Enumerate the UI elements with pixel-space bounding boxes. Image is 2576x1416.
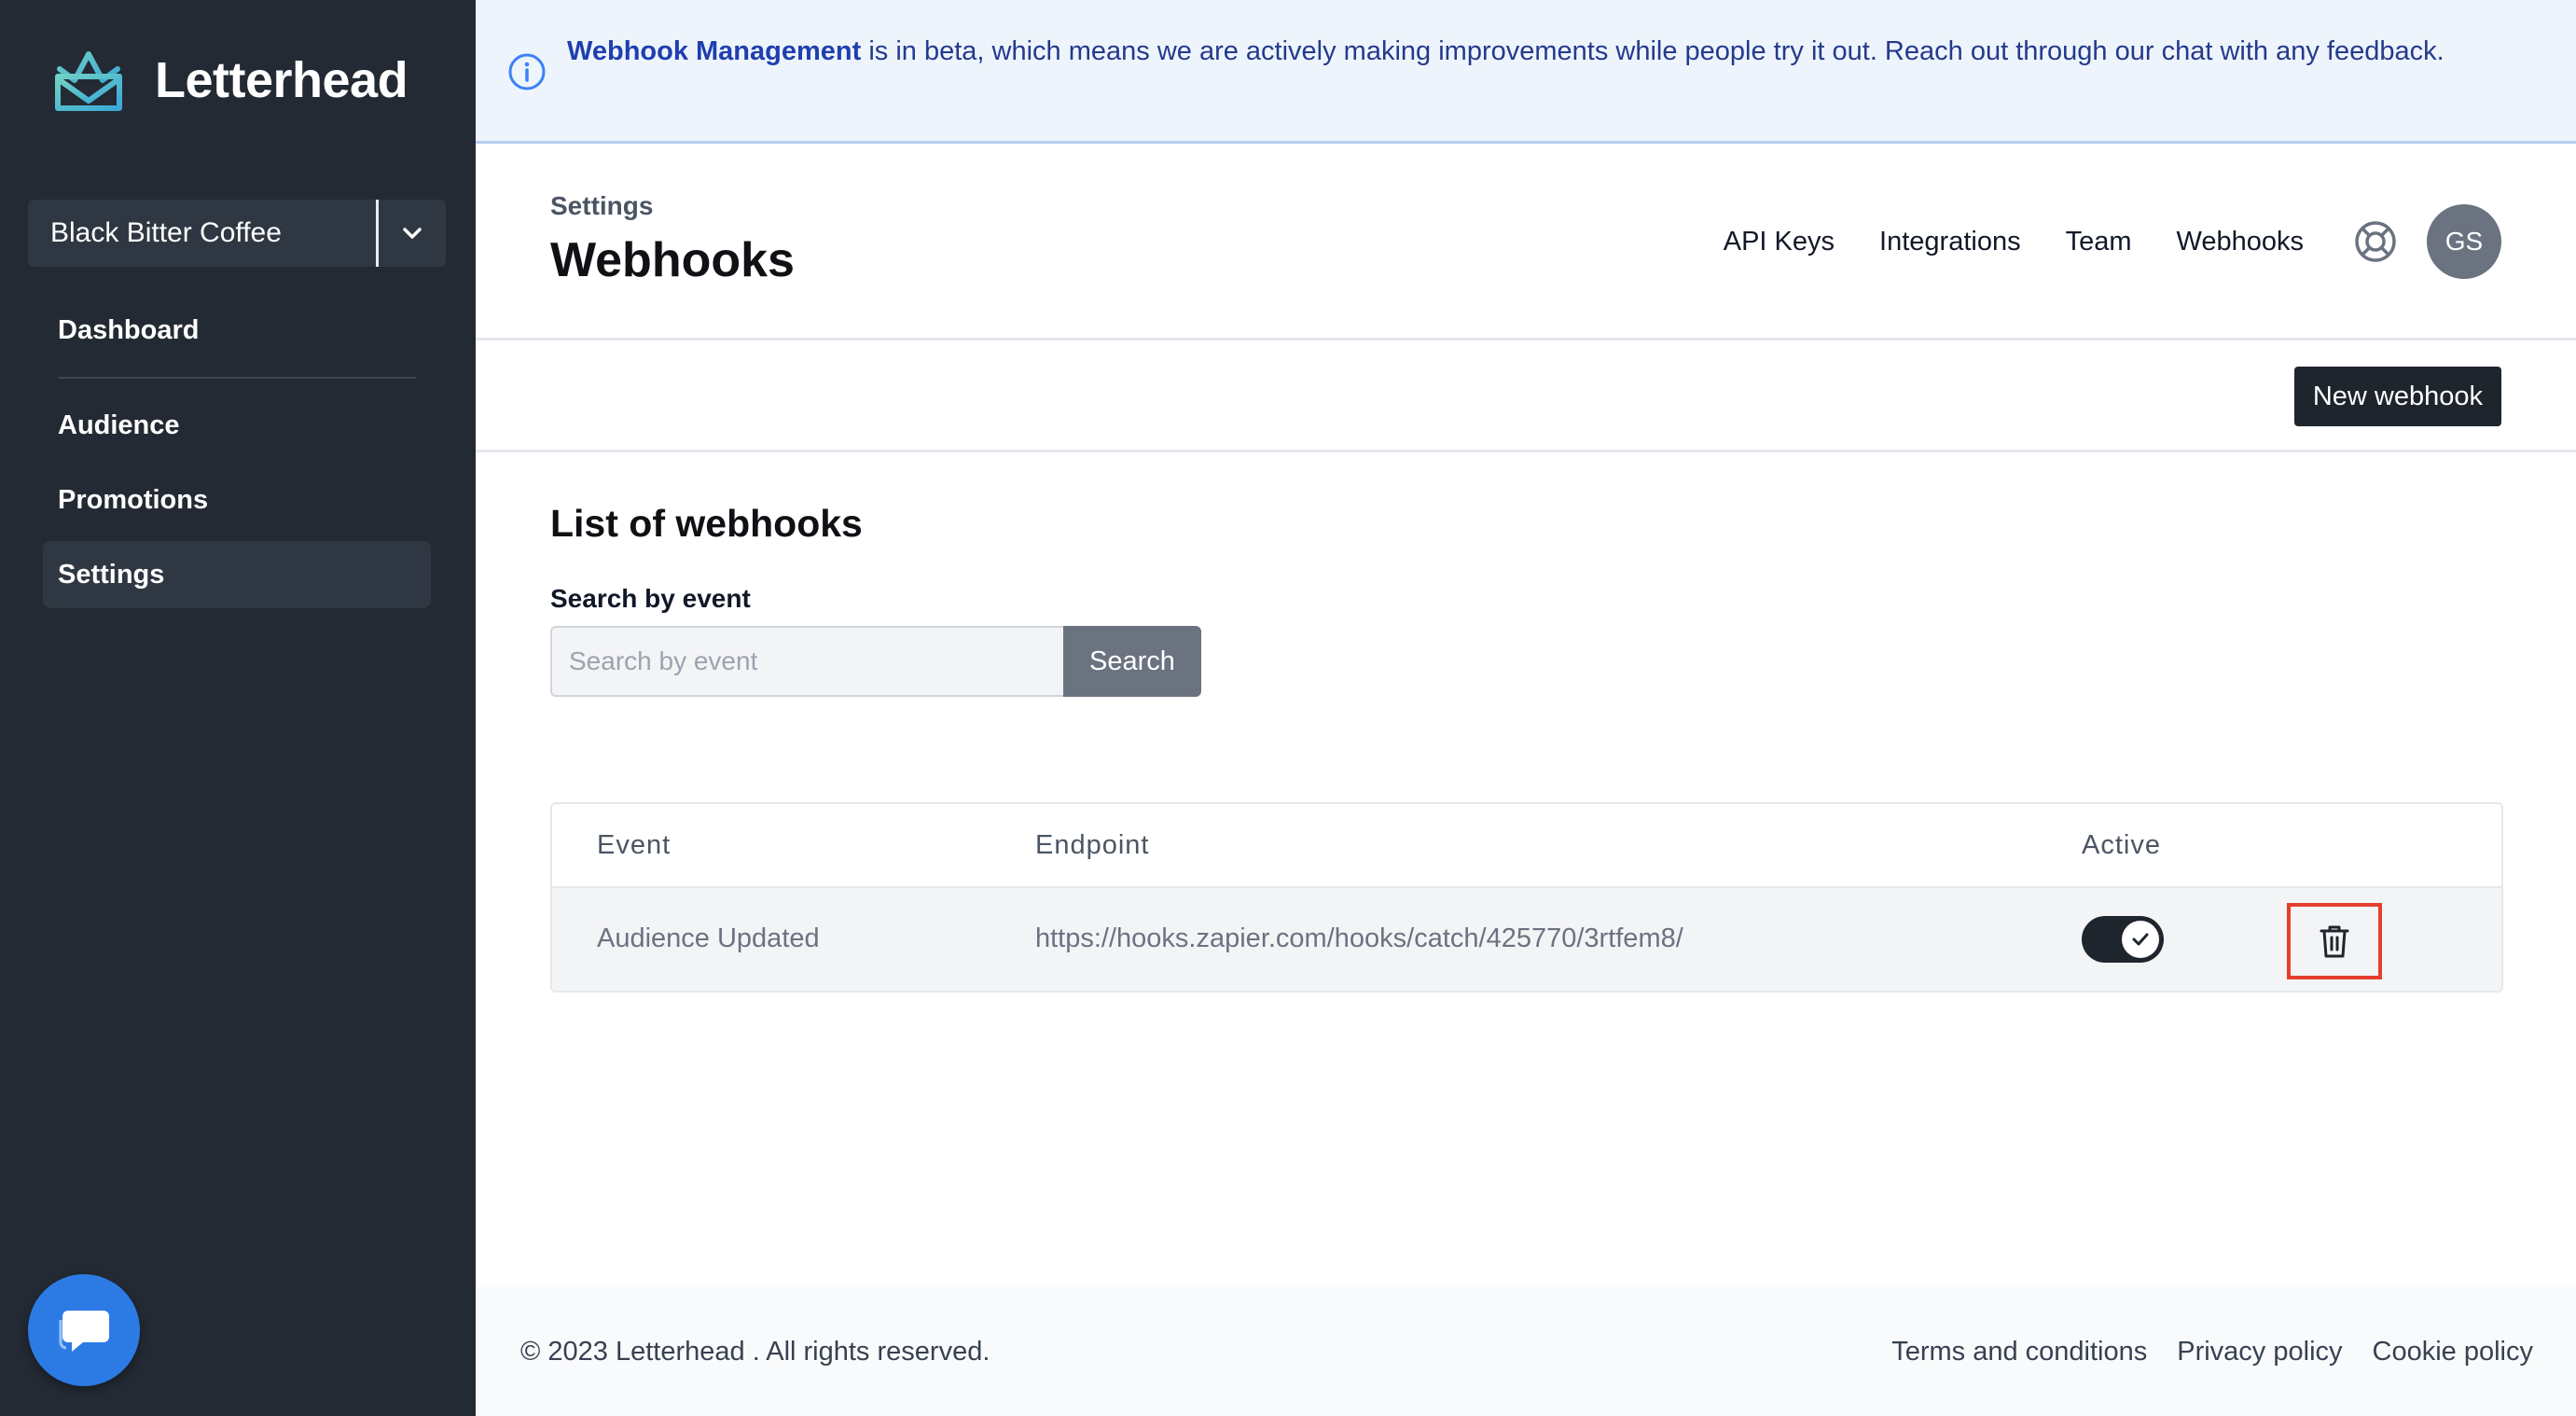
page-header: Settings Webhooks API Keys Integrations …: [476, 146, 2576, 340]
chat-icon: [59, 1311, 109, 1352]
sidebar-item-label: Dashboard: [58, 314, 200, 345]
webhook-active-toggle[interactable]: [2082, 916, 2164, 963]
new-webhook-button[interactable]: New webhook: [2293, 367, 2501, 426]
webhook-endpoint: https://hooks.zapier.com/hooks/catch/425…: [1035, 923, 1683, 953]
search-label: Search by event: [550, 584, 751, 613]
sidebar: Letterhead Black Bitter Coffee Dashboard…: [0, 0, 476, 1416]
sidebar-item-label: Settings: [58, 559, 165, 590]
footer-links: Terms and conditions Privacy policy Cook…: [1862, 1337, 2533, 1367]
sidebar-item-label: Promotions: [58, 484, 209, 515]
footer: © 2023 Letterhead . All rights reserved.…: [476, 1287, 2576, 1416]
chat-launcher-button[interactable]: [28, 1274, 140, 1386]
org-selector-value: Black Bitter Coffee: [50, 217, 282, 248]
sidebar-item-promotions[interactable]: Promotions: [43, 466, 431, 534]
lifebuoy-icon[interactable]: [2352, 218, 2399, 265]
toggle-knob: [2122, 921, 2159, 958]
breadcrumb[interactable]: Settings: [550, 191, 653, 221]
sidebar-item-label: Audience: [58, 410, 180, 440]
webhook-event: Audience Updated: [597, 923, 820, 953]
search-form: Search: [550, 626, 1201, 697]
org-selector-divider: [376, 200, 379, 267]
column-header-active: Active: [2082, 830, 2161, 860]
privacy-link[interactable]: Privacy policy: [2177, 1337, 2342, 1367]
org-selector-toggle[interactable]: [379, 200, 446, 267]
table-header: Event Endpoint Active: [552, 804, 2501, 888]
trash-icon: [2320, 925, 2349, 958]
column-header-endpoint: Endpoint: [1035, 830, 1150, 860]
brand-name: Letterhead: [155, 52, 409, 108]
settings-nav-integrations[interactable]: Integrations: [1879, 227, 2021, 257]
search-button[interactable]: Search: [1063, 626, 1201, 697]
webhooks-table: Event Endpoint Active Audience Updated h…: [550, 802, 2503, 993]
sidebar-nav: Dashboard Audience Promotions Settings: [43, 297, 431, 608]
search-input[interactable]: [550, 626, 1063, 697]
copyright: © 2023 Letterhead . All rights reserved.: [520, 1336, 990, 1367]
beta-banner-message: is in beta, which means we are actively …: [861, 36, 2444, 66]
sidebar-item-settings[interactable]: Settings: [43, 541, 431, 608]
cookie-link[interactable]: Cookie policy: [2373, 1337, 2533, 1367]
action-bar: New webhook: [476, 340, 2576, 452]
page-title: Webhooks: [550, 233, 795, 287]
app-root: Letterhead Black Bitter Coffee Dashboard…: [0, 0, 2576, 1416]
delete-webhook-button[interactable]: [2287, 903, 2382, 979]
main-content: Webhook Management is in beta, which mea…: [476, 0, 2576, 1416]
info-icon: [508, 53, 546, 90]
table-row: Audience Updated https://hooks.zapier.co…: [552, 888, 2501, 991]
settings-nav-api-keys[interactable]: API Keys: [1724, 227, 1835, 257]
sidebar-divider: [58, 377, 416, 379]
user-avatar[interactable]: GS: [2427, 204, 2501, 279]
settings-nav-team[interactable]: Team: [2066, 227, 2132, 257]
beta-banner-title: Webhook Management: [567, 36, 862, 66]
beta-banner: Webhook Management is in beta, which mea…: [476, 0, 2576, 144]
column-header-event: Event: [597, 830, 672, 860]
terms-link[interactable]: Terms and conditions: [1891, 1337, 2147, 1367]
brand[interactable]: Letterhead: [54, 49, 409, 112]
sidebar-item-dashboard[interactable]: Dashboard: [43, 297, 431, 364]
section-title: List of webhooks: [550, 502, 863, 545]
crown-envelope-icon: [55, 51, 122, 111]
settings-nav: API Keys Integrations Team Webhooks GS: [1679, 204, 2501, 279]
check-icon: [2132, 933, 2149, 946]
settings-nav-webhooks[interactable]: Webhooks: [2177, 227, 2305, 257]
org-selector[interactable]: Black Bitter Coffee: [28, 200, 446, 267]
chevron-down-icon: [403, 228, 422, 239]
sidebar-item-audience[interactable]: Audience: [43, 392, 431, 459]
beta-banner-text: Webhook Management is in beta, which mea…: [567, 32, 2444, 72]
